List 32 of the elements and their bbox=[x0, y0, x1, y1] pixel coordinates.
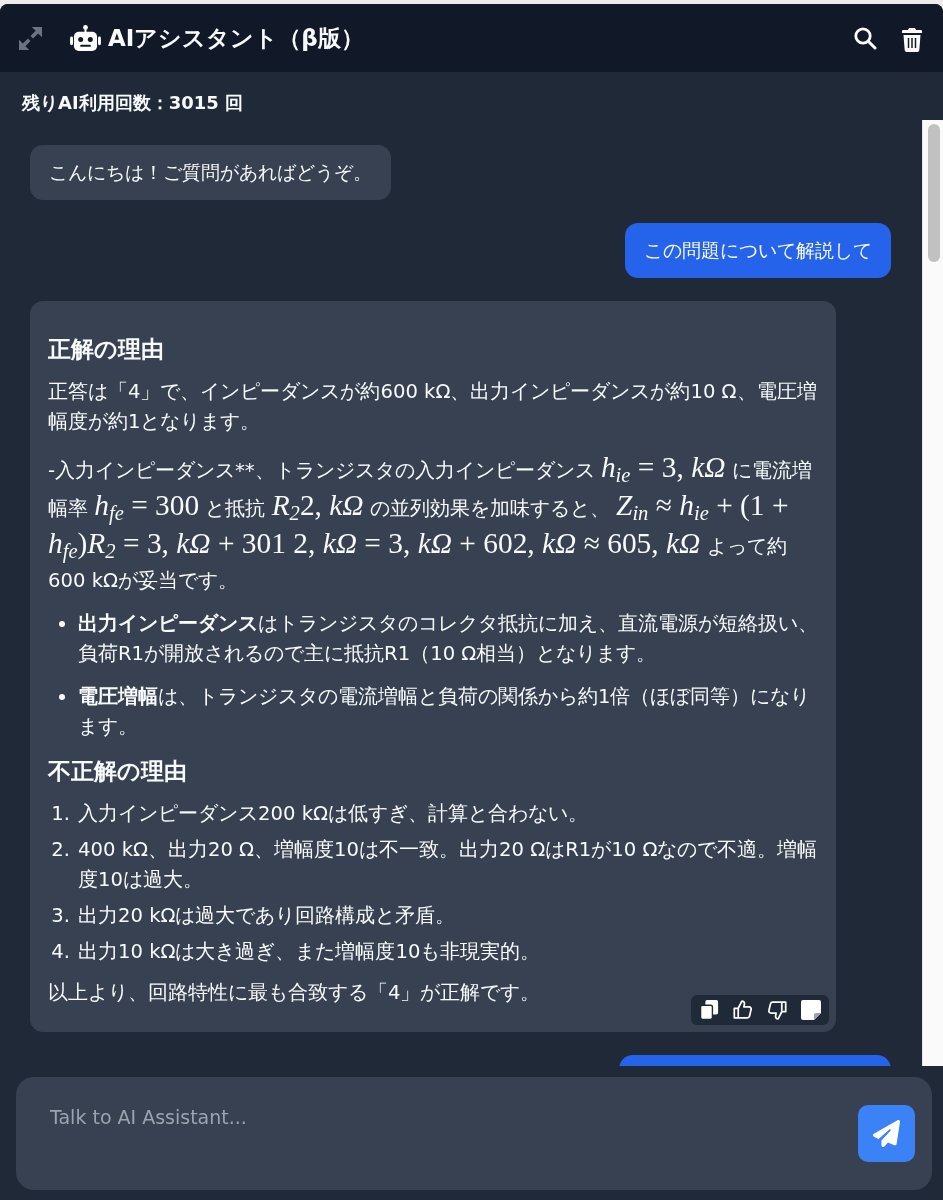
list-number: 2. bbox=[50, 837, 70, 863]
answer-paragraph: 正答は「4」で、インピーダンスが約600 kΩ、出力インピーダンスが約10 Ω、電圧増幅度が約1となります。 bbox=[48, 379, 818, 435]
list-item-text: 入力インピーダンス200 kΩは低すぎ、計算と合わない。 bbox=[78, 801, 589, 827]
expand-icon[interactable] bbox=[19, 26, 42, 50]
list-number: 1. bbox=[50, 801, 70, 827]
list-number: 4. bbox=[50, 939, 70, 965]
list-item-text: 出力インピーダンスはトランジスタのコレクタ抵抗に加え、直流電源が短絡扱い、負荷R1が開放されるので主に抵抗R1（10 Ω相当）となります。 bbox=[78, 611, 818, 667]
section-heading: 正解の理由 bbox=[48, 335, 165, 364]
window-title: AIアシスタント（β版） bbox=[108, 24, 364, 53]
note-icon[interactable] bbox=[801, 1000, 821, 1020]
user-message: この問題について解説して bbox=[625, 223, 891, 278]
robot-icon bbox=[70, 25, 101, 51]
scrollbar-thumb[interactable] bbox=[928, 124, 940, 262]
trash-icon[interactable] bbox=[902, 27, 922, 52]
section-heading: 不正解の理由 bbox=[48, 757, 188, 786]
answer-paragraph: 以上より、回路特性に最も合致する「4」が正解です。 bbox=[48, 980, 541, 1006]
assistant-message: こんにちは！ご質問があればどうぞ。 bbox=[30, 145, 391, 200]
thumbs-down-icon[interactable] bbox=[767, 1000, 787, 1020]
answer-paragraph: -入力インピーダンス**、トランジスタの入力インピーダンス h$_{ie}$ = 3, kΩ に電流増幅率 h$_{fe}$ = 300 と抵抗 R$_{2}$2, kΩ の並列効果を加味すると、 Z$_{in}$ ≈ h$_{ie}$ + (1 + h$_{fe}$)R$_{2}$ = 3, kΩ + 301 2, kΩ = 3, kΩ + 602, kΩ ≈ 605, kΩ よって約600 kΩが妥当です。 bbox=[48, 450, 813, 594]
paper-plane-icon bbox=[873, 1120, 900, 1147]
bullet-icon bbox=[59, 694, 65, 700]
search-icon[interactable] bbox=[853, 26, 877, 50]
list-item-text: 400 kΩ、出力20 Ω、増幅度10は不一致。出力20 ΩはR1が10 Ωなので不適。増幅度10は過大。 bbox=[78, 837, 818, 893]
thumbs-up-icon[interactable] bbox=[733, 1000, 753, 1020]
list-item-text: 出力10 kΩは大き過ぎ、また増幅度10も非現実的。 bbox=[78, 939, 542, 965]
bullet-icon bbox=[59, 621, 65, 627]
list-item-text: 出力20 kΩは過大であり回路構成と矛盾。 bbox=[78, 903, 457, 929]
usage-counter: 残りAI利用回数：3015 回 bbox=[20, 91, 244, 115]
list-number: 3. bbox=[50, 903, 70, 929]
send-button[interactable] bbox=[858, 1105, 915, 1162]
list-item-text: 電圧増幅は、トランジスタの電流増幅と負荷の関係から約1倍（ほぼ同等）になります。 bbox=[78, 684, 812, 740]
copy-icon[interactable] bbox=[699, 1000, 719, 1020]
